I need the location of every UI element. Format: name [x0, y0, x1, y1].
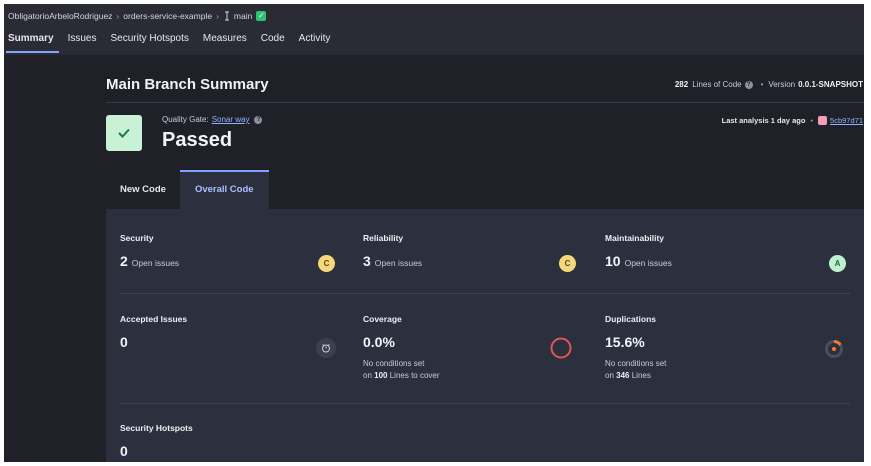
security-hotspots-value[interactable]: 0: [120, 443, 128, 459]
project-meta: 282 Lines of Code ? • Version 0.0.1-SNAP…: [675, 80, 863, 89]
security-unit: Open issues: [131, 258, 180, 268]
commit-avatar-icon: [818, 116, 828, 125]
security-value[interactable]: 2: [120, 253, 128, 269]
version-value: 0.0.1-SNAPSHOT: [798, 80, 863, 89]
accepted-issues-title: Accepted Issues: [120, 314, 188, 324]
separator-dot: •: [760, 80, 764, 89]
breadcrumb-project[interactable]: orders-service-example: [123, 11, 212, 21]
duplications-value[interactable]: 15.6%: [605, 334, 645, 350]
top-bar: ObligatorioArbeloRodriguez › orders-serv…: [4, 4, 864, 55]
breadcrumb-separator: ›: [116, 11, 120, 21]
duplications-note-suffix: Lines: [631, 371, 651, 380]
code-period-tabs: New Code Overall Code: [106, 170, 269, 209]
reliability-rating-badge[interactable]: C: [559, 255, 576, 272]
help-icon[interactable]: ?: [744, 80, 753, 89]
security-measure[interactable]: Security 2 Open issues C: [120, 233, 350, 272]
duplications-note-prefix: on: [605, 371, 614, 380]
duplications-lines-count[interactable]: 346: [616, 371, 629, 380]
divider: [120, 293, 850, 294]
coverage-value[interactable]: 0.0%: [363, 334, 395, 350]
duplications-note: No conditions set on 346 Lines: [605, 358, 835, 382]
maintainability-title: Maintainability: [605, 233, 665, 243]
coverage-note-suffix: Lines to cover: [389, 371, 440, 380]
check-icon: [118, 128, 130, 138]
quality-gate-status: Passed: [162, 129, 233, 151]
duplications-measure[interactable]: Duplications 15.6% No conditions set on …: [605, 314, 843, 382]
breadcrumb-organization[interactable]: ObligatorioArbeloRodriguez: [8, 11, 112, 21]
breadcrumb: ObligatorioArbeloRodriguez › orders-serv…: [8, 9, 267, 23]
lines-of-code-value: 282: [674, 80, 689, 89]
branch-icon: [224, 11, 229, 21]
maintainability-rating-badge[interactable]: A: [829, 255, 846, 272]
quality-gate-link[interactable]: Sonar way: [212, 115, 250, 124]
reliability-unit: Open issues: [374, 258, 423, 268]
coverage-note-prefix: on: [363, 371, 372, 380]
commit-link[interactable]: 5cb97d71: [830, 116, 863, 125]
tab-code[interactable]: Code: [254, 32, 292, 55]
tab-overall-code[interactable]: Overall Code: [179, 170, 269, 209]
check-icon: ✓: [256, 11, 267, 21]
help-icon[interactable]: ?: [254, 115, 263, 124]
coverage-title: Coverage: [363, 314, 402, 324]
tab-issues[interactable]: Issues: [61, 32, 104, 55]
coverage-ring-icon: [550, 337, 572, 359]
branch-name[interactable]: main: [234, 11, 252, 21]
app-window: ObligatorioArbeloRodriguez › orders-serv…: [4, 4, 864, 462]
maintainability-measure[interactable]: Maintainability 10 Open issues A: [605, 233, 846, 272]
project-nav: Summary Issues Security Hotspots Measure…: [4, 32, 337, 55]
maintainability-value[interactable]: 10: [605, 253, 621, 269]
tab-security-hotspots[interactable]: Security Hotspots: [103, 32, 195, 55]
breadcrumb-separator: ›: [216, 11, 219, 21]
duplications-note-line1: No conditions set: [605, 359, 667, 368]
page-title: Main Branch Summary: [106, 76, 269, 93]
security-hotspots-title: Security Hotspots: [120, 423, 193, 433]
duplications-ring-icon: [825, 340, 843, 358]
separator-dot: •: [810, 116, 814, 125]
tab-measures[interactable]: Measures: [196, 32, 254, 55]
security-rating-badge[interactable]: C: [318, 255, 335, 272]
security-hotspots-measure[interactable]: Security Hotspots 0: [120, 423, 350, 459]
accepted-issues-measure[interactable]: Accepted Issues 0: [120, 314, 350, 358]
tab-summary[interactable]: Summary: [4, 32, 61, 55]
tab-new-code[interactable]: New Code: [106, 170, 180, 209]
measures-panel: Security 2 Open issues C Reliability 3 O…: [106, 209, 864, 462]
accepted-issues-icon: [316, 338, 336, 358]
last-analysis-text: Last analysis 1 day ago: [721, 116, 806, 125]
reliability-value[interactable]: 3: [363, 253, 371, 269]
divider: [106, 102, 864, 103]
coverage-lines-count[interactable]: 100: [374, 371, 387, 380]
reliability-measure[interactable]: Reliability 3 Open issues C: [363, 233, 593, 272]
coverage-measure[interactable]: Coverage 0.0% No conditions set on 100 L…: [363, 314, 593, 382]
tab-activity[interactable]: Activity: [292, 32, 338, 55]
security-title: Security: [120, 233, 154, 243]
version-label: Version: [768, 80, 796, 89]
quality-gate-label: Quality Gate: Sonar way ?: [162, 115, 265, 124]
duplications-title: Duplications: [605, 314, 657, 324]
coverage-note: No conditions set on 100 Lines to cover: [363, 358, 593, 382]
quality-gate-passed-icon: [106, 115, 142, 151]
last-analysis: Last analysis 1 day ago • 5cb97d71: [722, 116, 863, 125]
maintainability-unit: Open issues: [624, 258, 672, 268]
lines-of-code-label: Lines of Code: [692, 80, 742, 89]
divider: [120, 403, 850, 404]
accepted-issues-value[interactable]: 0: [120, 334, 128, 350]
reliability-title: Reliability: [363, 233, 404, 243]
quality-gate-text: Quality Gate:: [162, 115, 209, 124]
